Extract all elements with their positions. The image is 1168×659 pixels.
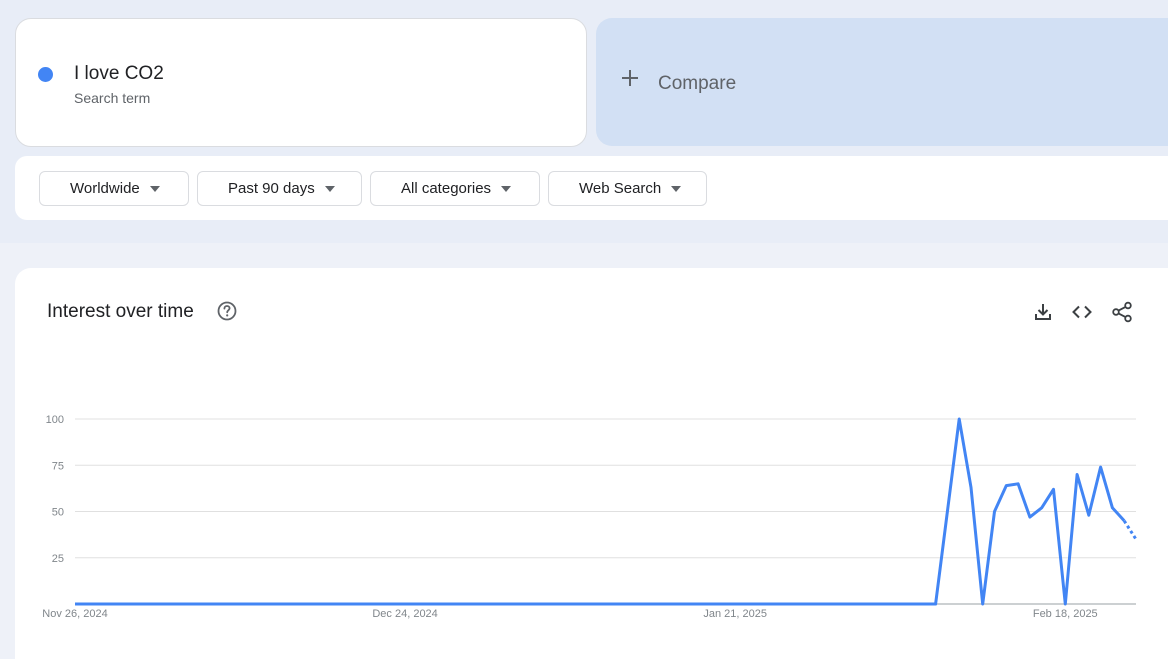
y-tick-label: 50 [52, 507, 64, 519]
caret-down-icon [501, 185, 512, 192]
search-type-filter-dropdown[interactable]: Web Search [548, 171, 707, 206]
filter-label: Web Search [579, 180, 662, 197]
x-tick-label: Feb 18, 2025 [1033, 608, 1098, 620]
time-range-filter-dropdown[interactable]: Past 90 days [197, 171, 362, 206]
search-term-card[interactable]: I love CO2 Search term [15, 18, 587, 147]
interest-over-time-card: Interest over time 25 50 75 100 Nov 26, 202… [15, 268, 1168, 659]
x-tick-label: Dec 24, 2024 [372, 608, 437, 620]
filter-label: All categories [401, 180, 492, 197]
filter-bar: Worldwide Past 90 days All categories We… [15, 156, 1168, 220]
filter-label: Worldwide [70, 180, 140, 197]
y-tick-label: 100 [46, 414, 64, 426]
search-term-subtitle: Search term [74, 90, 151, 106]
x-tick-label: Jan 21, 2025 [703, 608, 767, 620]
search-term-name[interactable]: I love CO2 [74, 63, 164, 85]
category-filter-dropdown[interactable]: All categories [370, 171, 540, 206]
y-tick-label: 75 [52, 460, 64, 472]
x-tick-label: Nov 26, 2024 [42, 608, 107, 620]
caret-down-icon [149, 185, 160, 192]
term-color-dot [38, 67, 53, 82]
filter-label: Past 90 days [228, 180, 315, 197]
compare-label: Compare [658, 73, 737, 94]
region-filter-dropdown[interactable]: Worldwide [39, 171, 189, 206]
caret-down-icon [671, 185, 682, 192]
caret-down-icon [324, 185, 335, 192]
y-tick-label: 25 [52, 553, 64, 565]
interest-line-chart: 25 50 75 100 Nov 26, 2024 Dec 24, 2024 Jan 21… [42, 414, 1138, 620]
series-partial-line [1122, 519, 1138, 541]
compare-button[interactable]: Compare [596, 18, 1168, 146]
plus-icon [622, 70, 638, 86]
